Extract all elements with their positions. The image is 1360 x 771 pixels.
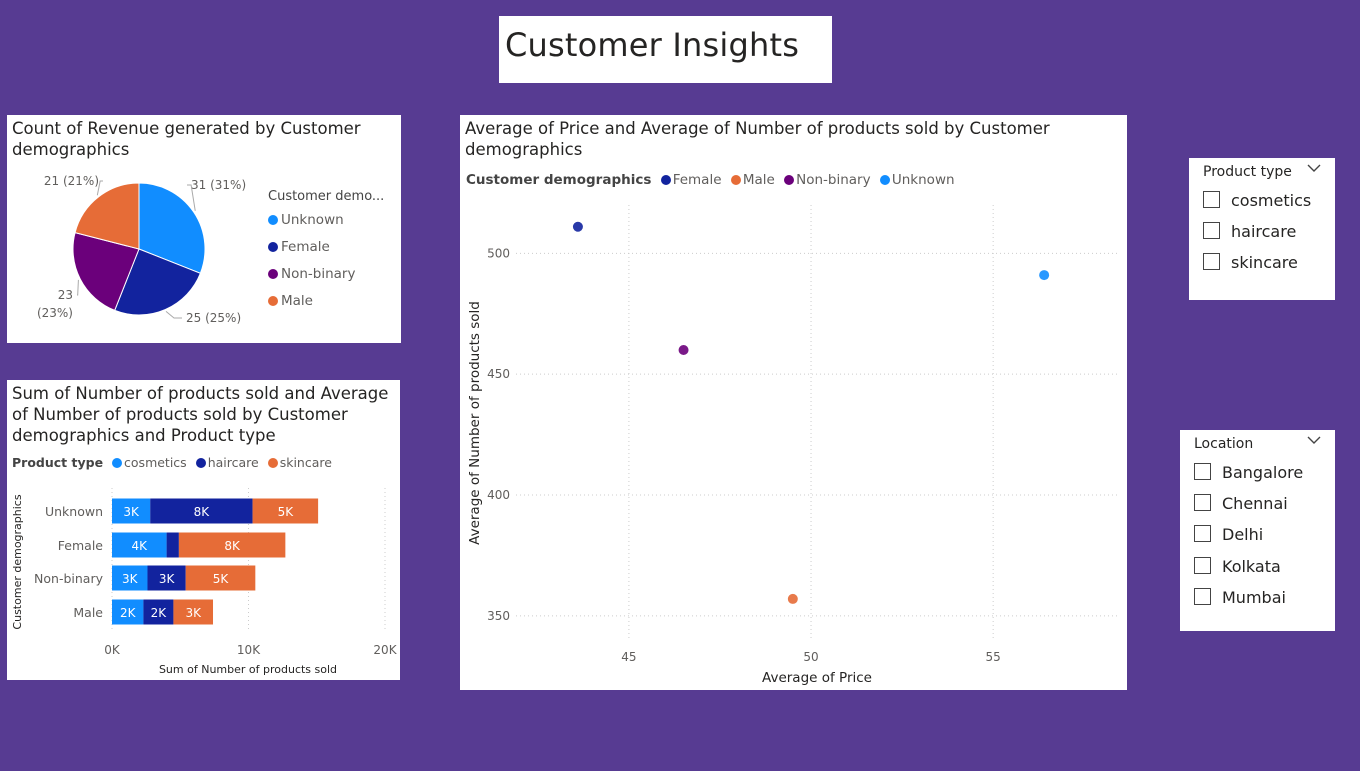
- scatter-y-tick-label: 350: [487, 609, 510, 623]
- bar-chart[interactable]: 0K 10K 20K Sum of Number of products sold Cu…: [7, 380, 400, 680]
- legend-dot: [268, 269, 278, 279]
- legend-label: Male: [281, 293, 313, 309]
- legend-dot: [268, 215, 278, 225]
- scatter-x-tick-label: 55: [986, 650, 1001, 664]
- scatter-y-tick-label: 400: [487, 488, 510, 502]
- scatter-x-tick-label: 45: [621, 650, 636, 664]
- bar-category-label: Unknown: [45, 504, 103, 519]
- location-slicer-title: Location: [1194, 436, 1254, 452]
- slicer-option-label: skincare: [1231, 253, 1298, 272]
- slicer-option-bangalore[interactable]: Bangalore: [1194, 463, 1303, 482]
- scatter-x-axis-title: Average of Price: [762, 670, 872, 686]
- slicer-option-label: Chennai: [1222, 494, 1288, 513]
- checkbox[interactable]: [1194, 463, 1211, 480]
- bar-data-label: 8K: [224, 539, 241, 553]
- location-slicer[interactable]: Location Bangalore Chennai Delhi Kolkata…: [1180, 430, 1335, 631]
- pie-leader-line: [77, 279, 79, 296]
- legend-label: Female: [281, 239, 330, 255]
- page-title: Customer Insights: [505, 26, 800, 64]
- bar-segment-haircare[interactable]: [166, 532, 179, 558]
- bar-y-axis-title: Customer demographics: [11, 494, 24, 629]
- scatter-point-female[interactable]: [572, 221, 583, 232]
- slicer-option-label: haircare: [1231, 222, 1297, 241]
- slicer-option-label: Delhi: [1222, 525, 1264, 544]
- bar-x-tick-label: 10K: [237, 643, 261, 657]
- bar-data-label: 3K: [159, 572, 176, 586]
- product-type-slicer-title: Product type: [1203, 164, 1292, 180]
- product-type-slicer[interactable]: Product type cosmetics haircare skincare: [1189, 158, 1335, 300]
- slicer-option-skincare[interactable]: skincare: [1203, 253, 1298, 272]
- bar-category-label: Non-binary: [34, 571, 104, 586]
- pie-data-label: (23%): [37, 306, 73, 320]
- slicer-option-kolkata[interactable]: Kolkata: [1194, 557, 1281, 576]
- pie-leader-line: [165, 311, 182, 319]
- scatter-chart-card[interactable]: Average of Price and Average of Number o…: [460, 115, 1127, 690]
- scatter-y-tick-label: 450: [487, 367, 510, 381]
- slicer-option-mumbai[interactable]: Mumbai: [1194, 588, 1286, 607]
- scatter-y-axis-title: Average of Number of products sold: [467, 301, 483, 545]
- scatter-point-male[interactable]: [787, 593, 798, 604]
- bar-x-tick-label: 0K: [104, 643, 121, 657]
- legend-dot: [268, 296, 278, 306]
- scatter-point-unknown[interactable]: [1039, 270, 1050, 281]
- bar-data-label: 2K: [120, 606, 137, 620]
- report-title-card: Customer Insights: [499, 16, 832, 83]
- checkbox[interactable]: [1194, 525, 1211, 542]
- checkbox[interactable]: [1203, 253, 1220, 270]
- scatter-x-tick-label: 50: [803, 650, 818, 664]
- checkbox[interactable]: [1203, 191, 1220, 208]
- checkbox[interactable]: [1194, 588, 1211, 605]
- checkbox[interactable]: [1194, 494, 1211, 511]
- bar-data-label: 3K: [123, 505, 140, 519]
- pie-data-label: 31 (31%): [191, 178, 246, 192]
- legend-dot: [268, 242, 278, 252]
- pie-legend-item-unknown[interactable]: Unknown: [268, 212, 344, 228]
- bar-data-label: 4K: [132, 539, 149, 553]
- pie-data-label: 23: [58, 288, 73, 302]
- pie-data-label: 21 (21%): [44, 174, 99, 188]
- slicer-option-haircare[interactable]: haircare: [1203, 222, 1296, 241]
- bar-category-label: Male: [73, 605, 103, 620]
- pie-legend-item-nonbinary[interactable]: Non-binary: [268, 266, 355, 282]
- pie-legend-item-male[interactable]: Male: [268, 293, 313, 309]
- bar-data-label: 5K: [278, 505, 295, 519]
- bar-category-label: Female: [58, 538, 104, 553]
- pie-chart-card[interactable]: Count of Revenue generated by Customer d…: [7, 115, 401, 343]
- legend-label: Unknown: [281, 212, 344, 228]
- chevron-down-icon[interactable]: [1307, 162, 1321, 174]
- bar-data-label: 3K: [122, 572, 139, 586]
- legend-label: Non-binary: [281, 266, 356, 282]
- scatter-chart[interactable]: 35040045050045 50 55Average of PriceAverag…: [460, 115, 1127, 690]
- scatter-point-nonbinary[interactable]: [678, 345, 689, 355]
- bar-x-tick-label: 20K: [373, 643, 397, 657]
- slicer-option-label: cosmetics: [1231, 191, 1312, 210]
- slicer-option-label: Bangalore: [1222, 463, 1304, 482]
- bar-chart-card[interactable]: Sum of Number of products sold and Avera…: [7, 380, 400, 680]
- bar-data-label: 3K: [185, 606, 202, 620]
- chevron-down-icon[interactable]: [1307, 434, 1321, 446]
- bar-data-label: 5K: [213, 572, 230, 586]
- slicer-option-cosmetics[interactable]: cosmetics: [1203, 191, 1311, 210]
- slicer-option-label: Mumbai: [1222, 588, 1286, 607]
- slicer-option-delhi[interactable]: Delhi: [1194, 525, 1263, 544]
- pie-legend-item-female[interactable]: Female: [268, 239, 330, 255]
- pie-chart[interactable]: 31 (31%) 25 (25%) 23 (23%) 21 (21%): [7, 115, 401, 343]
- slicer-option-label: Kolkata: [1222, 557, 1281, 576]
- pie-data-label: 25 (25%): [186, 311, 241, 325]
- slicer-option-chennai[interactable]: Chennai: [1194, 494, 1288, 513]
- scatter-y-tick-label: 500: [487, 246, 510, 260]
- checkbox[interactable]: [1194, 557, 1211, 574]
- checkbox[interactable]: [1203, 222, 1220, 239]
- bar-x-axis-title: Sum of Number of products sold: [159, 663, 337, 676]
- bar-data-label: 2K: [151, 606, 168, 620]
- pie-legend-title: Customer demo...: [268, 189, 385, 204]
- bar-data-label: 8K: [194, 505, 211, 519]
